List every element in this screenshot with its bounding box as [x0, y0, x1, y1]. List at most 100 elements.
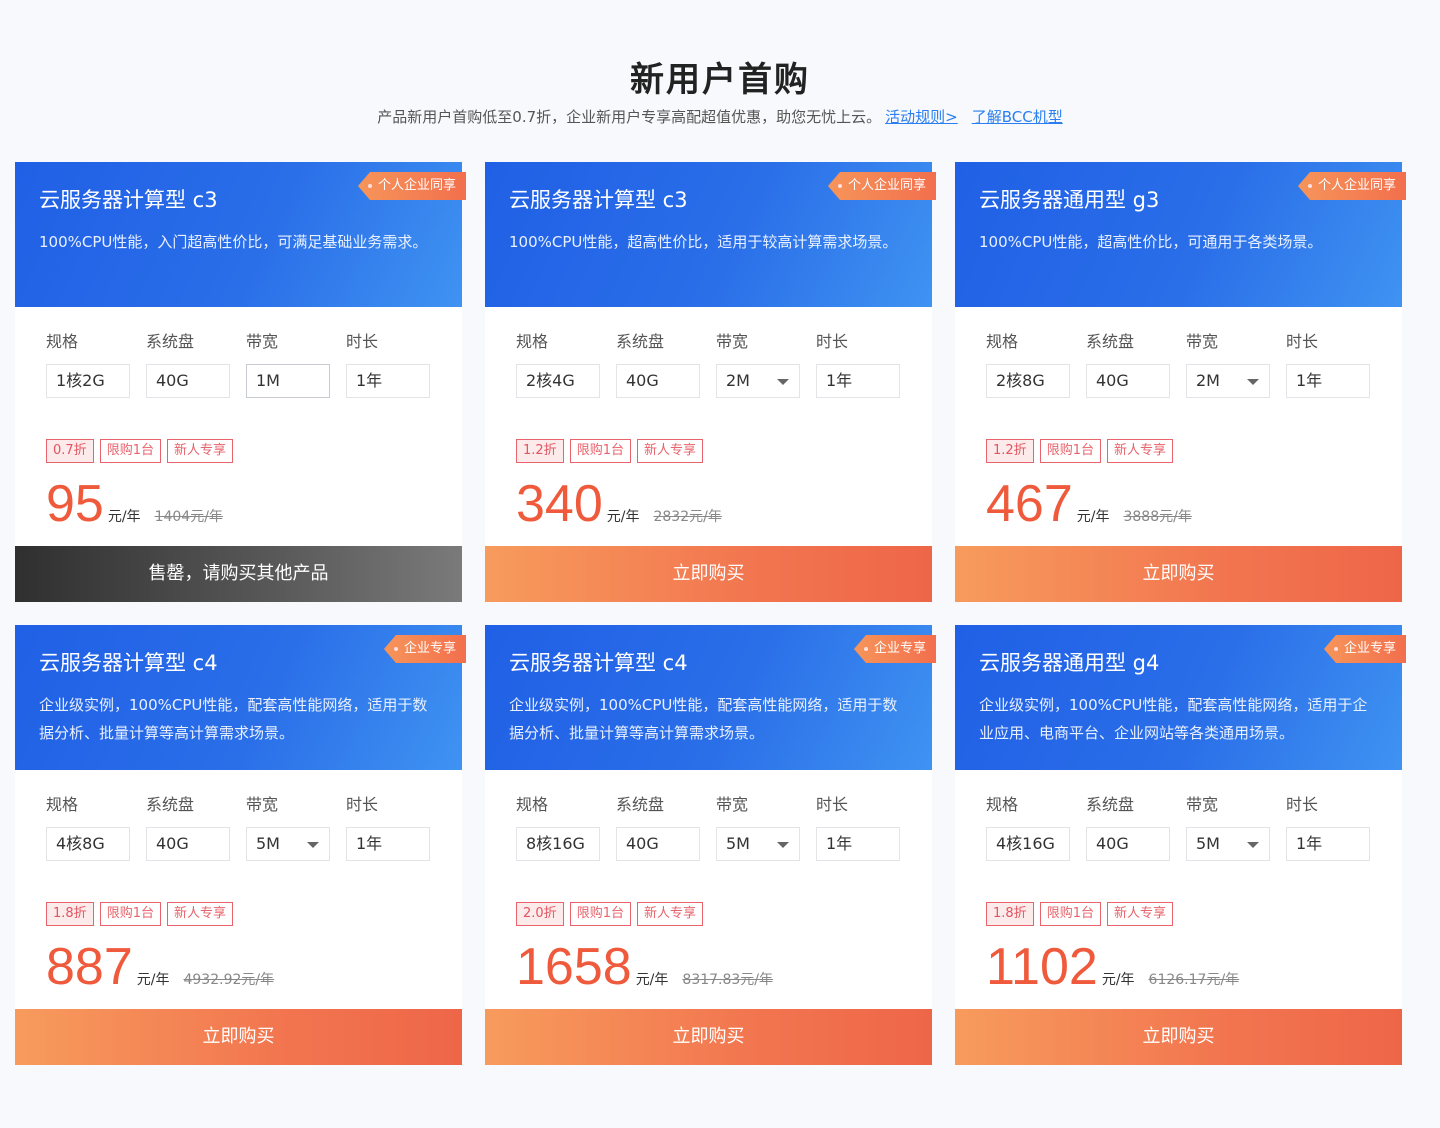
duration-label: 时长 — [1286, 332, 1319, 351]
duration-field: 1年 — [346, 827, 430, 861]
spec-field: 2核4G — [516, 364, 600, 398]
purchase-limit-badge: 限购1台 — [569, 902, 631, 926]
spec-selector: 规格 系统盘 带宽 时长 2核4G 40G 2M 1年 — [516, 328, 916, 398]
price-block: 95 元/年 1404元/年 — [46, 472, 223, 532]
bandwidth-value: 5M — [1196, 834, 1220, 853]
spec-label: 规格 — [516, 795, 549, 814]
card-header: 云服务器计算型 c3 100%CPU性能，超高性价比，适用于较高计算需求场景。 … — [485, 162, 936, 307]
audience-ribbon: 企业专享 — [383, 635, 466, 663]
page-subtitle: 产品新用户首购低至0.7折，企业新用户专享高配超值优惠，助您无忧上云。 活动规则>… — [0, 106, 1440, 127]
bandwidth-select[interactable]: 5M — [1186, 827, 1270, 861]
spec-label: 规格 — [46, 795, 79, 814]
chevron-down-icon — [777, 842, 789, 848]
bandwidth-select[interactable]: 1M — [246, 364, 330, 398]
duration-label: 时长 — [816, 332, 849, 351]
spec-field: 1核2G — [46, 364, 130, 398]
purchase-limit-badge: 限购1台 — [569, 439, 631, 463]
bandwidth-select[interactable]: 2M — [1186, 364, 1270, 398]
bandwidth-label: 带宽 — [246, 332, 279, 351]
original-price: 6126.17元/年 — [1148, 972, 1240, 988]
promo-tags: 2.0折 限购1台 新人专享 — [516, 902, 709, 926]
product-card: 云服务器通用型 g3 100%CPU性能，超高性价比，可通用于各类场景。 个人企… — [955, 162, 1406, 602]
new-user-badge: 新人专享 — [636, 439, 703, 463]
price-value: 467 — [986, 475, 1073, 533]
price-value: 1658 — [516, 938, 632, 996]
card-header: 云服务器计算型 c3 100%CPU性能，入门超高性价比，可满足基础业务需求。 … — [15, 162, 466, 307]
buy-button[interactable]: 立即购买 — [955, 1009, 1402, 1065]
original-price: 3888元/年 — [1123, 509, 1192, 525]
discount-badge: 2.0折 — [516, 902, 564, 926]
duration-label: 时长 — [1286, 795, 1319, 814]
page-title: 新用户首购 — [630, 60, 810, 100]
buy-button[interactable]: 立即购买 — [955, 546, 1402, 602]
activity-rules-link[interactable]: 活动规则> — [885, 108, 958, 126]
duration-field: 1年 — [1286, 364, 1370, 398]
spec-label: 规格 — [986, 332, 1019, 351]
spec-value: 2核8G — [996, 371, 1045, 390]
bandwidth-label: 带宽 — [1186, 795, 1219, 814]
discount-badge: 0.7折 — [46, 439, 94, 463]
new-user-badge: 新人专享 — [1106, 902, 1173, 926]
disk-label: 系统盘 — [146, 332, 195, 351]
bandwidth-label: 带宽 — [246, 795, 279, 814]
promo-tags: 1.8折 限购1台 新人专享 — [46, 902, 239, 926]
price-value: 95 — [46, 475, 104, 533]
purchase-limit-badge: 限购1台 — [99, 439, 161, 463]
buy-button[interactable]: 立即购买 — [485, 1009, 932, 1065]
card-header: 云服务器通用型 g4 企业级实例，100%CPU性能，配套高性能网络，适用于企业… — [955, 625, 1406, 770]
spec-selector: 规格 系统盘 带宽 时长 8核16G 40G 5M 1年 — [516, 791, 916, 861]
spec-value: 2核4G — [526, 371, 575, 390]
spec-selector: 规格 系统盘 带宽 时长 2核8G 40G 2M 1年 — [986, 328, 1386, 398]
spec-value: 1核2G — [56, 371, 105, 390]
spec-selector: 规格 系统盘 带宽 时长 1核2G 40G 1M 1年 — [46, 328, 446, 398]
product-card: 云服务器通用型 g4 企业级实例，100%CPU性能，配套高性能网络，适用于企业… — [955, 625, 1406, 1065]
original-price: 8317.83元/年 — [682, 972, 774, 988]
spec-value: 4核8G — [56, 834, 105, 853]
card-description: 100%CPU性能，超高性价比，可通用于各类场景。 — [979, 233, 1323, 251]
spec-label: 规格 — [986, 795, 1019, 814]
card-header: 云服务器计算型 c4 企业级实例，100%CPU性能，配套高性能网络，适用于数据… — [485, 625, 936, 770]
bandwidth-value: 1M — [256, 371, 280, 390]
original-price: 1404元/年 — [154, 509, 223, 525]
discount-badge: 1.2折 — [516, 439, 564, 463]
audience-ribbon: 个人企业同享 — [357, 172, 466, 200]
duration-label: 时长 — [816, 795, 849, 814]
buy-button[interactable]: 立即购买 — [15, 1009, 462, 1065]
duration-value: 1年 — [1296, 834, 1323, 853]
purchase-limit-badge: 限购1台 — [1039, 902, 1101, 926]
price-block: 340 元/年 2832元/年 — [516, 472, 722, 532]
buy-button[interactable]: 立即购买 — [485, 546, 932, 602]
promo-tags: 1.8折 限购1台 新人专享 — [986, 902, 1179, 926]
card-title: 云服务器计算型 c4 — [509, 651, 688, 675]
chevron-down-icon — [1247, 379, 1259, 385]
bcc-info-link[interactable]: 了解BCC机型 — [972, 108, 1063, 126]
card-header: 云服务器计算型 c4 企业级实例，100%CPU性能，配套高性能网络，适用于数据… — [15, 625, 466, 770]
disk-label: 系统盘 — [1086, 795, 1135, 814]
bandwidth-select[interactable]: 5M — [716, 827, 800, 861]
buy-button[interactable]: 售罄，请购买其他产品 — [15, 546, 462, 602]
bandwidth-select[interactable]: 2M — [716, 364, 800, 398]
disk-value: 40G — [626, 834, 659, 853]
price-block: 887 元/年 4932.92元/年 — [46, 935, 274, 995]
disk-field: 40G — [616, 827, 700, 861]
promo-tags: 0.7折 限购1台 新人专享 — [46, 439, 239, 463]
disk-field: 40G — [616, 364, 700, 398]
new-user-badge: 新人专享 — [636, 902, 703, 926]
spec-value: 8核16G — [526, 834, 585, 853]
card-description: 100%CPU性能，超高性价比，适用于较高计算需求场景。 — [509, 233, 898, 251]
price-unit: 元/年 — [635, 972, 669, 988]
price-unit: 元/年 — [606, 509, 640, 525]
disk-label: 系统盘 — [616, 795, 665, 814]
spec-field: 4核16G — [986, 827, 1070, 861]
price-unit: 元/年 — [136, 972, 170, 988]
bandwidth-select[interactable]: 5M — [246, 827, 330, 861]
price-value: 340 — [516, 475, 603, 533]
spec-selector: 规格 系统盘 带宽 时长 4核16G 40G 5M 1年 — [986, 791, 1386, 861]
bandwidth-value: 5M — [256, 834, 280, 853]
chevron-down-icon — [307, 842, 319, 848]
price-unit: 元/年 — [1101, 972, 1135, 988]
disk-value: 40G — [626, 371, 659, 390]
original-price: 2832元/年 — [653, 509, 722, 525]
card-description: 企业级实例，100%CPU性能，配套高性能网络，适用于企业应用、电商平台、企业网… — [979, 696, 1368, 742]
product-card: 云服务器计算型 c3 100%CPU性能，超高性价比，适用于较高计算需求场景。 … — [485, 162, 936, 602]
